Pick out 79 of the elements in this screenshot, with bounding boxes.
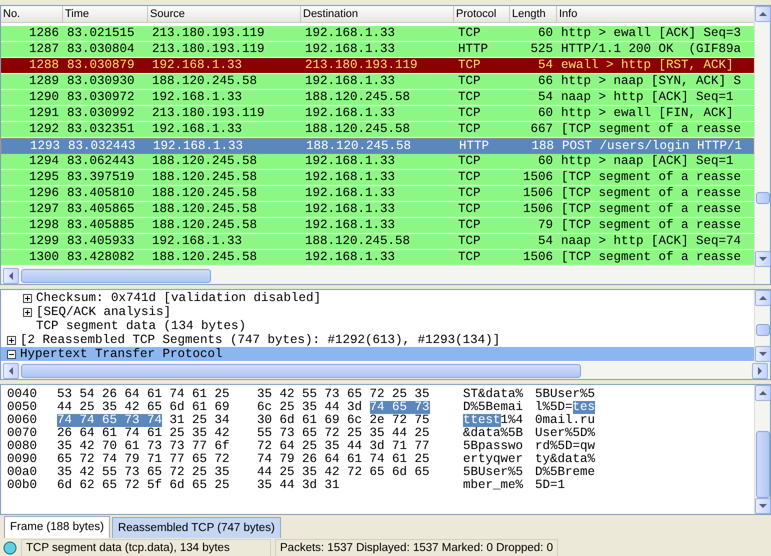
hex-bytes: 6c 25 35 44 3d: [257, 401, 362, 414]
ascii-text: l%5D=: [535, 401, 573, 414]
packet-row[interactable]: 1299 83.405933 192.168.1.33 188.120.245.58 TCP 54 naap > http [ACK] Seq=74: [1, 234, 754, 250]
ascii-text: D%5Bemai: [463, 401, 524, 414]
byte-offset: 0060: [7, 414, 38, 427]
hex-bytes: 35 42 70 61 73 73 77 6f: [57, 440, 230, 453]
packet-row[interactable]: 1300 83.428082 188.120.245.58 192.168.1.33 TCP 1506 [TCP segment of a reasse: [1, 250, 754, 266]
ascii-text: &data%5B: [463, 427, 524, 440]
ascii-text: D%5Breme: [535, 466, 596, 479]
packet-counts: Packets: 1537 Displayed: 1537 Marked: 0 Dropped: 0: [275, 538, 558, 556]
plus-box-icon[interactable]: [23, 308, 32, 316]
expert-info-icon[interactable]: [3, 540, 17, 554]
vertical-scrollbar[interactable]: [754, 6, 770, 284]
hex-bytes: 74 79 26 64 61 74 61 25: [257, 453, 430, 466]
hex-bytes: 55 73 65 72 25 35 44 25: [257, 427, 430, 440]
selected-hex-bytes: 74 74 65 73 74: [57, 414, 162, 427]
ascii-text: 5BUser%5: [535, 388, 596, 401]
plus-box-icon[interactable]: [23, 294, 32, 302]
packet-row[interactable]: 1292 83.032351 192.168.1.33 188.120.245.58 TCP 667 [TCP segment of a reasse: [1, 122, 754, 138]
packet-row[interactable]: 1291 83.030992 213.180.193.119 192.168.1.33 TCP 60 http > ewall [FIN, ACK]: [1, 106, 754, 122]
packet-row[interactable]: 1296 83.405810 188.120.245.58 192.168.1.33 TCP 1506 [TCP segment of a reasse: [1, 186, 754, 202]
vertical-scrollbar[interactable]: [754, 385, 770, 514]
hex-bytes: 72 64 25 35 44 3d 71 77: [257, 440, 430, 453]
hex-bytes: 53 54 26 64 61 74 61 25: [57, 388, 230, 401]
byte-offset: 0080: [7, 440, 38, 453]
column-header[interactable]: Length: [510, 6, 557, 22]
packet-row[interactable]: 1297 83.405865 188.120.245.58 192.168.1.33 TCP 1506 [TCP segment of a reasse: [1, 202, 754, 218]
hex-bytes: 26 64 61 74 61 25 35 42: [57, 427, 230, 440]
ascii-text: 5BUser%5: [463, 466, 524, 479]
byte-offset: 00b0: [7, 479, 38, 492]
ascii-text: mber_me%: [463, 479, 524, 492]
packet-row[interactable]: 1293 83.032443 192.168.1.33 188.120.245.58 HTTP 188 POST /users/login HTTP/1: [1, 138, 754, 154]
packet-row[interactable]: 1286 83.021515 213.180.193.119 192.168.1.33 TCP 60 http > ewall [ACK] Seq=3: [1, 26, 754, 42]
column-header[interactable]: No.: [1, 6, 63, 22]
ascii-text: 5D=1: [535, 479, 566, 492]
packet-row[interactable]: 1294 83.062443 188.120.245.58 192.168.1.33 TCP 60 http > naap [ACK] Seq=1: [1, 154, 754, 170]
hex-bytes: 35 44 3d 31: [257, 479, 340, 492]
ascii-text: ST&data%: [463, 388, 524, 401]
hex-bytes: 44 25 35 42 72 65 6d 65: [257, 466, 430, 479]
ascii-text: User%5D%: [535, 427, 596, 440]
packet-row[interactable]: 1298 83.405885 188.120.245.58 192.168.1.33 TCP 79 [TCP segment of a reasse: [1, 218, 754, 234]
selected-ascii-text: tes: [572, 401, 596, 414]
horizontal-scrollbar[interactable]: [1, 362, 770, 379]
selected-ascii-text: ttest: [463, 414, 501, 427]
packet-row[interactable]: 1287 83.030804 213.180.193.119 192.168.1.33 HTTP 525 HTTP/1.1 200 OK (GIF89a: [1, 42, 754, 58]
horizontal-scrollbar[interactable]: [1, 267, 754, 284]
tab[interactable]: Reassembled TCP (747 bytes): [112, 517, 281, 538]
packet-row[interactable]: 1288 83.030879 192.168.1.33 213.180.193.119 TCP 54 ewall > http [RST, ACK]: [1, 58, 754, 74]
column-header[interactable]: Source: [148, 6, 301, 22]
byte-offset: 00a0: [7, 466, 38, 479]
column-header[interactable]: Protocol: [454, 6, 510, 22]
hex-bytes: 31 25 34: [170, 414, 230, 427]
packet-row[interactable]: 1290 83.030972 192.168.1.33 188.120.245.58 TCP 54 naap > http [ACK] Seq=1: [1, 90, 754, 106]
column-header[interactable]: Time: [63, 6, 148, 22]
hex-bytes: 35 42 55 73 65 72 25 35: [257, 388, 430, 401]
byte-offset: 0070: [7, 427, 38, 440]
ascii-text: ertyqwer: [463, 453, 524, 466]
field-info: TCP segment data (tcp.data), 134 bytes: [21, 538, 271, 556]
hex-bytes: 65 72 74 79 71 77 65 72: [57, 453, 230, 466]
column-header[interactable]: Destination: [301, 6, 454, 22]
ascii-text: 1%4: [500, 414, 524, 427]
vertical-scrollbar[interactable]: [754, 290, 770, 362]
byte-offset: 0090: [7, 453, 38, 466]
byte-offset: 0040: [7, 388, 38, 401]
packet-row[interactable]: 1295 83.397519 188.120.245.58 192.168.1.33 TCP 1506 [TCP segment of a reasse: [1, 170, 754, 186]
hex-bytes: 6d 62 65 72 5f 6d 65 25: [57, 479, 230, 492]
byte-offset: 0050: [7, 401, 38, 414]
plus-box-icon[interactable]: [7, 336, 16, 344]
hex-bytes: 30 6d 61 69 6c 2e 72 75: [257, 414, 430, 427]
ascii-text: 5Bpasswo: [463, 440, 524, 453]
hex-bytes: 35 42 55 73 65 72 25 35: [57, 466, 230, 479]
ascii-text: 0mail.ru: [535, 414, 596, 427]
tab[interactable]: Frame (188 bytes): [4, 516, 110, 538]
ascii-text: ty&data%: [535, 453, 596, 466]
ascii-text: rd%5D=qw: [535, 440, 596, 453]
selected-hex-bytes: 74 65 73: [370, 401, 430, 414]
hex-bytes: 44 25 35 42 65 6d 61 69: [57, 401, 230, 414]
minus-box-icon[interactable]: [7, 350, 16, 358]
packet-row[interactable]: 1289 83.030930 188.120.245.58 192.168.1.33 TCP 66 http > naap [SYN, ACK] S: [1, 74, 754, 90]
